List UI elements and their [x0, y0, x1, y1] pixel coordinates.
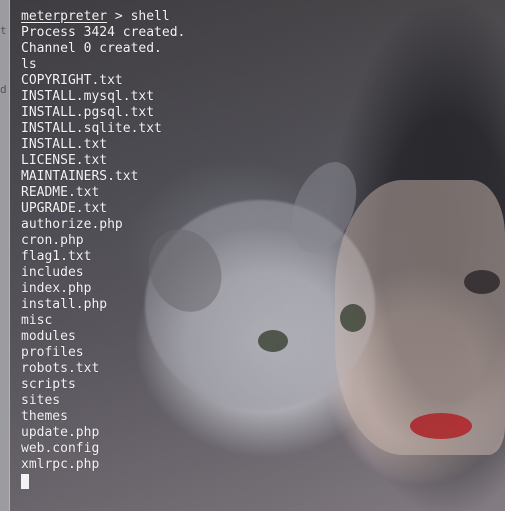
directory-listing-item: robots.txt	[21, 361, 100, 376]
terminal-window: t d meterpreter > shell Process 3424 crea…	[0, 0, 505, 511]
directory-listing-item: themes	[21, 409, 68, 424]
directory-listing-item: INSTALL.txt	[21, 137, 108, 152]
directory-listing-item: INSTALL.mysql.txt	[21, 89, 155, 104]
directory-listing-item: update.php	[21, 425, 100, 440]
left-edge-glyph: t	[0, 24, 7, 37]
directory-listing-item: profiles	[21, 345, 84, 360]
terminal-output-line: Process 3424 created.	[21, 25, 186, 40]
directory-listing-item: authorize.php	[21, 217, 123, 232]
directory-listing-item: INSTALL.sqlite.txt	[21, 121, 162, 136]
terminal-output-line: Channel 0 created.	[21, 41, 162, 56]
directory-listing-item: UPGRADE.txt	[21, 201, 108, 216]
directory-listing-item: xmlrpc.php	[21, 457, 100, 472]
directory-listing-item: install.php	[21, 297, 108, 312]
terminal-cursor-line[interactable]	[21, 473, 185, 489]
directory-listing-item: web.config	[21, 441, 100, 456]
directory-listing-item: COPYRIGHT.txt	[21, 73, 123, 88]
directory-listing-item: MAINTAINERS.txt	[21, 169, 139, 184]
directory-listing-item: sites	[21, 393, 61, 408]
directory-listing-item: modules	[21, 329, 76, 344]
directory-listing-item: includes	[21, 265, 84, 280]
directory-listing-item: README.txt	[21, 185, 100, 200]
meterpreter-prompt: meterpreter	[21, 9, 108, 24]
directory-listing-item: INSTALL.pgsql.txt	[21, 105, 155, 120]
terminal-command-line: ls	[21, 57, 37, 72]
directory-listing-item: misc	[21, 313, 53, 328]
directory-listing-item: scripts	[21, 377, 76, 392]
prompt-command: > shell	[107, 9, 170, 24]
terminal-cursor-icon[interactable]	[21, 474, 29, 489]
terminal-prompt-line: meterpreter > shell	[21, 9, 185, 25]
directory-listing-item: index.php	[21, 281, 92, 296]
directory-listing-item: LICENSE.txt	[21, 153, 108, 168]
directory-listing-item: cron.php	[21, 233, 84, 248]
terminal-output[interactable]: meterpreter > shell Process 3424 created.…	[21, 9, 185, 489]
left-edge-glyph: d	[0, 83, 7, 96]
directory-listing-item: flag1.txt	[21, 249, 92, 264]
